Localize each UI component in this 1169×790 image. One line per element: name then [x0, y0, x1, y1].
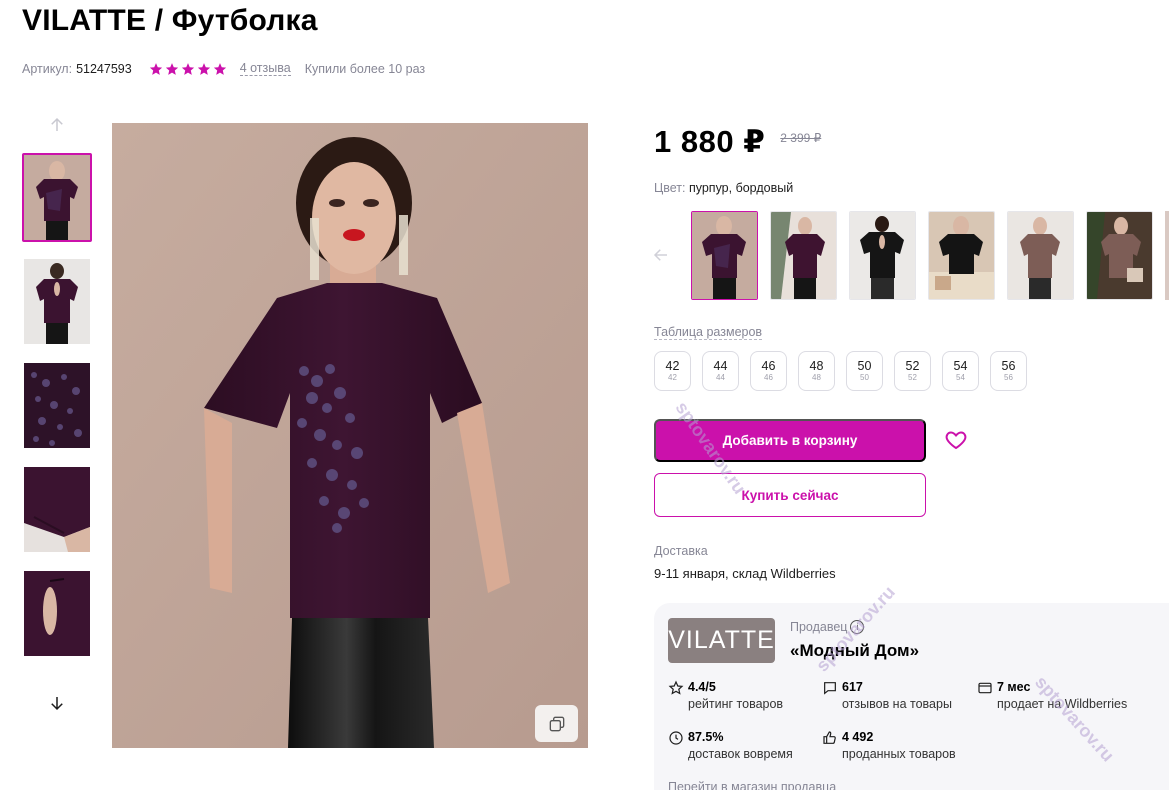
color-label: Цвет:: [654, 181, 686, 195]
size-ru: 42: [668, 373, 677, 382]
rating-label: рейтинг товаров: [688, 697, 784, 711]
size-ru: 54: [956, 373, 965, 382]
info-icon[interactable]: i: [850, 620, 865, 634]
add-to-cart-button[interactable]: Добавить в корзину: [654, 419, 926, 462]
size-value: 44: [713, 359, 728, 373]
clock-icon: [669, 731, 683, 745]
thumbnail-detail-back-cutout[interactable]: [22, 569, 92, 658]
article-value: 51247593: [76, 62, 132, 76]
seller-name[interactable]: «Модный Дом»: [790, 641, 919, 661]
size-option[interactable]: 56 56: [990, 351, 1027, 391]
star-outline-icon: [668, 680, 684, 695]
reviews-link[interactable]: 4 отзыва: [239, 62, 291, 76]
color-variants: [691, 211, 1153, 300]
rating-value: 4.4/5: [688, 680, 716, 694]
fullscreen-icon: [549, 716, 564, 731]
seller-stat-rating: 4.4/5 рейтинг товаров: [668, 679, 783, 713]
months-value: 7 мес: [997, 680, 1031, 694]
size-option[interactable]: 48 48: [798, 351, 835, 391]
delivery-value: 9-11 января, склад Wildberries: [654, 566, 836, 581]
reviews-value: 617: [842, 680, 863, 694]
size-ru: 50: [860, 373, 869, 382]
color-variant-purple[interactable]: [691, 211, 758, 300]
seller-label-row: Продавец i: [790, 620, 865, 634]
size-option[interactable]: 42 42: [654, 351, 691, 391]
colors-prev-arrow-icon[interactable]: [652, 246, 670, 264]
color-variant-black-back[interactable]: [849, 211, 916, 300]
size-ru: 52: [908, 373, 917, 382]
store-icon: [978, 682, 992, 694]
main-product-photo[interactable]: [112, 123, 588, 748]
size-option[interactable]: 50 50: [846, 351, 883, 391]
color-variant-mocha[interactable]: [1007, 211, 1074, 300]
star-icon: [165, 63, 178, 75]
article-label: Артикул:: [22, 62, 73, 76]
thumbnail-detail-sequins[interactable]: [22, 361, 92, 450]
thumbs-down-arrow-icon[interactable]: [47, 693, 67, 713]
size-ru: 48: [812, 373, 821, 382]
seller-stat-reviews: 617 отзывов на товары: [822, 679, 952, 713]
size-ru: 44: [716, 373, 725, 382]
seller-stat-sold: 4 492 проданных товаров: [822, 729, 956, 763]
seller-stat-months: 7 мес продает на Wildberries: [977, 679, 1127, 713]
ontime-label: доставок вовремя: [688, 747, 793, 761]
color-variant-burgundy[interactable]: [770, 211, 837, 300]
reviews-label: отзывов на товары: [842, 697, 952, 711]
zoom-button[interactable]: [535, 705, 578, 742]
size-value: 54: [953, 359, 968, 373]
product-meta: Артикул: 51247593 4 отзыва Купили более …: [22, 62, 425, 76]
color-variant-black[interactable]: [928, 211, 995, 300]
size-table-link[interactable]: Таблица размеров: [654, 325, 763, 340]
star-icon: [149, 63, 162, 75]
star-icon: [213, 63, 226, 75]
old-price: 2 399 ₽: [780, 131, 822, 145]
comment-icon: [824, 682, 836, 695]
delivery-label: Доставка: [654, 544, 708, 558]
seller-store-link[interactable]: Перейти в магазин продавца: [668, 780, 836, 790]
size-list: 42 42 44 44 46 46 48 48 50 50 52 52 54 54 56 56: [654, 351, 1027, 391]
price-block: 1 880 ₽ 2 399 ₽: [654, 124, 821, 160]
rating-stars: [149, 62, 227, 76]
size-value: 46: [761, 359, 776, 373]
seller-logo[interactable]: VILATTE: [668, 618, 775, 663]
size-option[interactable]: 52 52: [894, 351, 931, 391]
star-icon: [197, 63, 210, 75]
thumbnail-front[interactable]: [22, 153, 92, 242]
product-title: VILATTE / Футболка: [22, 4, 318, 37]
thumbs-up-arrow-icon[interactable]: [47, 115, 67, 135]
size-value: 56: [1001, 359, 1016, 373]
color-variant-mocha-gift[interactable]: [1086, 211, 1153, 300]
current-price: 1 880 ₽: [654, 124, 766, 159]
size-ru: 56: [1004, 373, 1013, 382]
color-variant-more[interactable]: [1165, 211, 1169, 300]
size-option[interactable]: 44 44: [702, 351, 739, 391]
thumbnail-detail-sleeve[interactable]: [22, 465, 92, 554]
size-value: 52: [905, 359, 920, 373]
color-value: пурпур, бордовый: [688, 181, 794, 195]
star-icon: [181, 63, 194, 75]
bought-count: Купили более 10 раз: [304, 62, 426, 76]
months-label: продает на Wildberries: [997, 697, 1128, 711]
seller-stat-ontime: 87.5% доставок вовремя: [668, 729, 793, 763]
color-info: Цвет: пурпур, бордовый: [654, 181, 793, 195]
sold-label: проданных товаров: [842, 747, 956, 761]
thumbs-up-icon: [823, 731, 836, 744]
ontime-value: 87.5%: [688, 730, 724, 744]
buy-now-button[interactable]: Купить сейчас: [654, 473, 926, 517]
thumbnail-list: [22, 153, 94, 673]
size-option[interactable]: 54 54: [942, 351, 979, 391]
size-value: 48: [809, 359, 824, 373]
size-value: 42: [665, 359, 680, 373]
seller-label: Продавец: [790, 620, 848, 634]
favorite-heart-icon[interactable]: [944, 428, 968, 452]
sold-value: 4 492: [842, 730, 874, 744]
size-value: 50: [857, 359, 872, 373]
seller-card: VILATTE Продавец i «Модный Дом» 4.4/5 рей…: [654, 603, 1169, 790]
size-ru: 46: [764, 373, 773, 382]
size-option[interactable]: 46 46: [750, 351, 787, 391]
thumbnail-back[interactable]: [22, 257, 92, 346]
